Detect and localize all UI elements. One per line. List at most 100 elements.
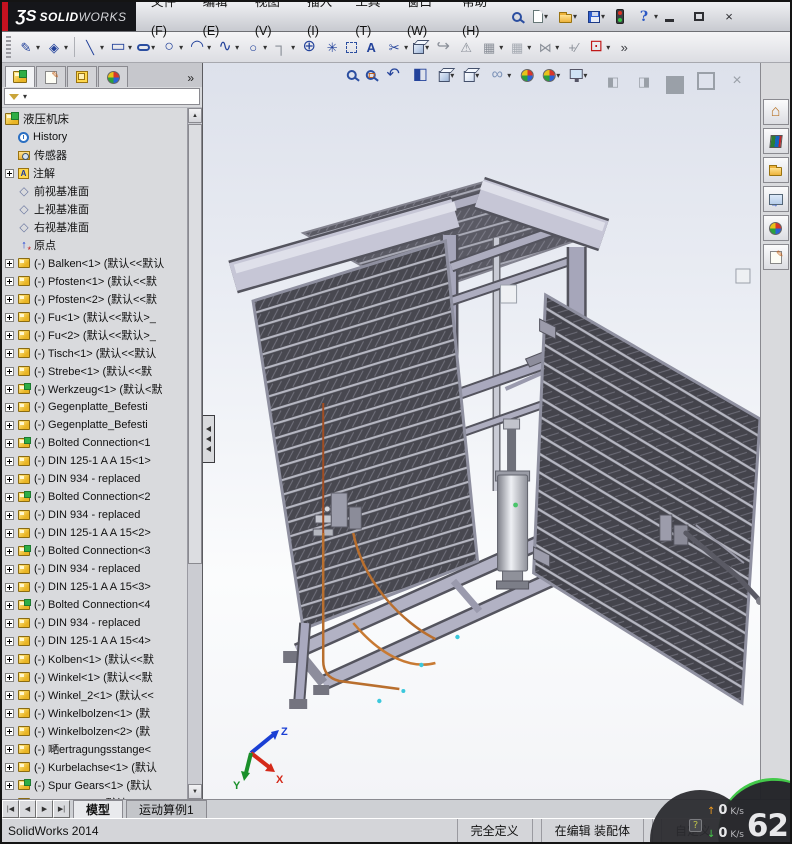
expand-icon[interactable] xyxy=(5,619,14,628)
tree-item[interactable]: (-) DIN 934 - replaced xyxy=(5,470,185,488)
expand-icon[interactable] xyxy=(5,493,14,502)
expand-icon[interactable] xyxy=(5,637,14,646)
toolbar-grip[interactable] xyxy=(6,36,11,58)
tree-item[interactable]: ◇前视基准面 xyxy=(5,182,185,200)
apply-scene-button[interactable]: ▾ xyxy=(540,68,562,83)
expand-icon[interactable] xyxy=(5,529,14,538)
linear-pattern-caret[interactable]: ▾ xyxy=(499,43,503,52)
edit-appearance-button[interactable] xyxy=(518,68,535,83)
ellipse-tool-button[interactable]: ○▾ xyxy=(242,37,269,57)
tree-item[interactable]: (-) Kolben<1> (默认<<默 xyxy=(5,650,185,668)
tree-root-item[interactable]: 液压机床 xyxy=(5,110,185,128)
hydraulic-cylinder[interactable] xyxy=(496,419,530,589)
expand-icon[interactable] xyxy=(5,331,14,340)
close-button[interactable]: × xyxy=(720,9,738,25)
straight-slot-caret[interactable]: ▾ xyxy=(151,43,155,52)
line-tool-caret[interactable]: ▾ xyxy=(100,43,104,52)
tree-item[interactable]: (-) DIN 125-1 A A 15<1> xyxy=(5,452,185,470)
trim-entities-caret[interactable]: ▾ xyxy=(404,43,408,52)
construction-geometry-button[interactable]: +∕ xyxy=(562,37,584,57)
arc-tool-caret[interactable]: ▾ xyxy=(207,43,211,52)
left-guard-panel[interactable] xyxy=(253,241,477,709)
search-button[interactable] xyxy=(510,11,524,23)
display-style-button[interactable]: ▾ xyxy=(461,67,481,83)
custom-properties-button[interactable] xyxy=(763,244,789,270)
expand-icon[interactable] xyxy=(5,601,14,610)
file-explorer-button[interactable] xyxy=(763,157,789,183)
tree-item[interactable]: (-) Gegenplatte_Befesti xyxy=(5,416,185,434)
expand-icon[interactable] xyxy=(5,457,14,466)
panel-chevron-button[interactable]: » xyxy=(187,71,199,87)
tree-item[interactable]: (-) DIN 934 - replaced xyxy=(5,506,185,524)
expand-icon[interactable] xyxy=(5,295,14,304)
sketch-fillet-caret[interactable]: ▾ xyxy=(291,43,295,52)
expand-icon[interactable] xyxy=(5,313,14,322)
spline-tool-button[interactable]: ∿▾ xyxy=(214,37,241,57)
previous-view-button[interactable]: ↶ xyxy=(382,65,404,85)
sketch-text-button[interactable]: A xyxy=(360,37,382,57)
doc-close-button[interactable]: × xyxy=(726,71,748,91)
display-relations-caret[interactable]: ▾ xyxy=(606,43,610,52)
expand-icon[interactable] xyxy=(5,799,14,800)
tree-item[interactable]: (-) Winkel_2<1> (默认<< xyxy=(5,686,185,704)
sketch-button[interactable]: ✎▾ xyxy=(15,37,42,57)
nav-next-button[interactable]: ▶ xyxy=(36,800,53,818)
arc-tool-button[interactable]: ◠▾ xyxy=(186,37,213,57)
straight-slot-button[interactable]: ▾ xyxy=(135,42,157,53)
extrude-tool-button[interactable]: ▾ xyxy=(411,39,431,55)
panel-splitter[interactable] xyxy=(203,415,215,463)
circle-tool-caret[interactable]: ▾ xyxy=(179,43,183,52)
new-document-button[interactable]: ▾ xyxy=(531,9,550,24)
minimize-button[interactable] xyxy=(660,9,678,25)
mirror-entities-button[interactable]: ⋈▾ xyxy=(534,37,561,57)
zoom-to-area-button[interactable] xyxy=(363,69,377,81)
expand-icon[interactable] xyxy=(5,385,14,394)
expand-icon[interactable] xyxy=(5,673,14,682)
offset-entities-button[interactable]: ↪ xyxy=(432,37,454,57)
scroll-down-button[interactable]: ▼ xyxy=(188,784,202,799)
expand-icon[interactable] xyxy=(5,367,14,376)
zoom-to-fit-button[interactable] xyxy=(344,69,358,81)
tab-feature-manager[interactable] xyxy=(5,66,35,87)
tree-item[interactable]: 传感器 xyxy=(5,146,185,164)
3d-model-canvas[interactable] xyxy=(203,63,760,799)
tree-item[interactable]: (-) 嗮ertragungsstange< xyxy=(5,740,185,758)
tree-item[interactable]: ↑原点 xyxy=(5,236,185,254)
task-home-button[interactable]: ⌂ xyxy=(763,99,789,125)
expand-icon[interactable] xyxy=(5,781,14,790)
toolbar-overflow-button[interactable]: » xyxy=(613,37,635,57)
tree-item[interactable]: (-) Winkelbolzen<2> (默 xyxy=(5,722,185,740)
mirror-entities-caret[interactable]: ▾ xyxy=(555,43,559,52)
expand-icon[interactable] xyxy=(5,565,14,574)
tree-item[interactable]: (-) DIN 125-1 A A 15<3> xyxy=(5,578,185,596)
doc-minimize-button[interactable] xyxy=(664,67,686,95)
new-document-caret[interactable]: ▾ xyxy=(544,12,548,21)
smart-dimension-button[interactable]: ◈▾ xyxy=(43,37,70,57)
point-tool-button[interactable]: ✳ xyxy=(321,37,343,57)
display-relations-button[interactable]: ⊡▾ xyxy=(585,37,612,57)
corner-rectangle-button[interactable]: ▭▾ xyxy=(107,37,134,57)
graphics-viewport[interactable]: ↶◧▾▾∞▾▾▾ ◧◨× xyxy=(203,63,760,799)
sketch-caret[interactable]: ▾ xyxy=(36,43,40,52)
tree-item[interactable]: (-) Pfosten<1> (默认<<默 xyxy=(5,272,185,290)
spline-tool-caret[interactable]: ▾ xyxy=(235,43,239,52)
tree-item[interactable]: (-) Tisch<1> (默认<<默认 xyxy=(5,344,185,362)
convert-entities-button[interactable] xyxy=(344,41,359,54)
section-view-button[interactable]: ◧ xyxy=(409,65,431,85)
tree-scrollbar[interactable]: ▲ ▼ xyxy=(187,108,202,799)
tree-item[interactable]: (-) Pfosten<2> (默认<<默 xyxy=(5,290,185,308)
sketch-fillet-button[interactable]: ┐▾ xyxy=(270,37,297,57)
tree-item[interactable]: (-) Spur Gears<1> (默认 xyxy=(5,776,185,794)
linear-pattern-button[interactable]: ▦▾ xyxy=(478,37,505,57)
widget-question-button[interactable]: ? xyxy=(689,819,702,832)
apply-scene-caret[interactable]: ▾ xyxy=(556,71,560,80)
nav-prev-button[interactable]: ◀ xyxy=(19,800,36,818)
tree-item[interactable]: (-) Fu<2> (默认<<默认>_ xyxy=(5,326,185,344)
expand-icon[interactable] xyxy=(5,655,14,664)
pane-left-button[interactable]: ◧ xyxy=(602,71,624,91)
nav-first-button[interactable]: |◀ xyxy=(2,800,19,818)
expand-icon[interactable] xyxy=(5,259,14,268)
scroll-up-button[interactable]: ▲ xyxy=(188,108,202,123)
net-speed-widget[interactable]: ↑ 0 K/s ? ↓ 0 K/s 62 xyxy=(640,784,790,842)
save-document-button[interactable]: ▾ xyxy=(586,10,607,24)
